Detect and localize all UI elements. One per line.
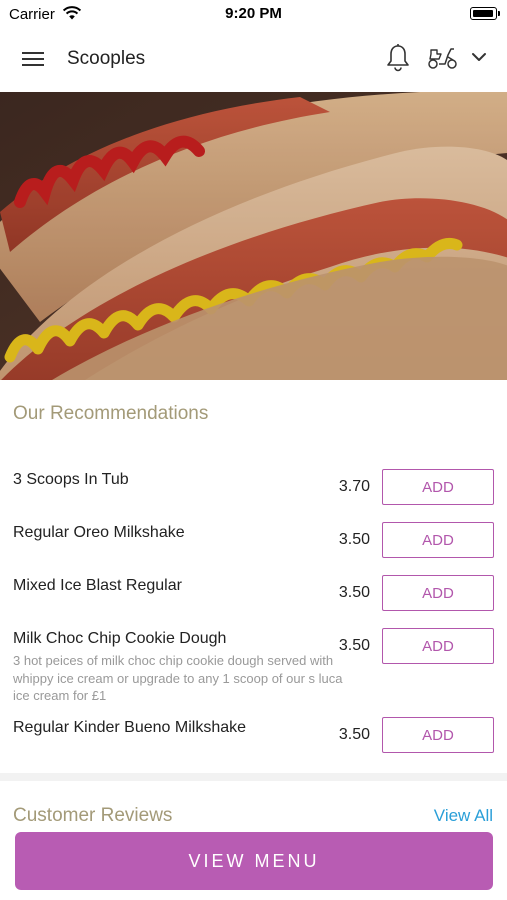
reviews-title: Customer Reviews [13, 805, 173, 826]
chevron-down-icon[interactable] [471, 52, 487, 62]
recommendations-title: Our Recommendations [13, 403, 209, 424]
section-divider [0, 773, 507, 781]
item-name: Mixed Ice Blast Regular [13, 577, 182, 594]
item-price: 3.70 [338, 478, 370, 495]
status-bar: Carrier 9:20 PM [0, 0, 507, 28]
hero-image [0, 92, 507, 380]
clock: 9:20 PM [225, 5, 282, 22]
view-all-link[interactable]: View All [434, 806, 493, 826]
item-name: Regular Oreo Milkshake [13, 524, 185, 541]
add-button[interactable]: ADD [382, 575, 494, 611]
add-button[interactable]: ADD [382, 717, 494, 753]
scooter-icon[interactable] [427, 45, 459, 71]
add-button[interactable]: ADD [382, 522, 494, 558]
item-name: Milk Choc Chip Cookie Dough [13, 630, 227, 647]
hamburger-menu-icon[interactable] [22, 49, 46, 69]
item-price: 3.50 [338, 637, 370, 654]
item-price: 3.50 [338, 726, 370, 743]
item-name: 3 Scoops In Tub [13, 471, 129, 488]
bell-icon[interactable] [385, 43, 411, 73]
item-price: 3.50 [338, 584, 370, 601]
battery-icon [470, 7, 500, 20]
add-button[interactable]: ADD [382, 628, 494, 664]
page-title: Scooples [67, 48, 146, 69]
item-description: 3 hot peices of milk choc chip cookie do… [13, 653, 343, 703]
view-menu-button[interactable]: VIEW MENU [15, 832, 493, 890]
add-button[interactable]: ADD [382, 469, 494, 505]
item-price: 3.50 [338, 531, 370, 548]
item-name: Regular Kinder Bueno Milkshake [13, 719, 247, 736]
app-header: Scooples [0, 28, 507, 92]
